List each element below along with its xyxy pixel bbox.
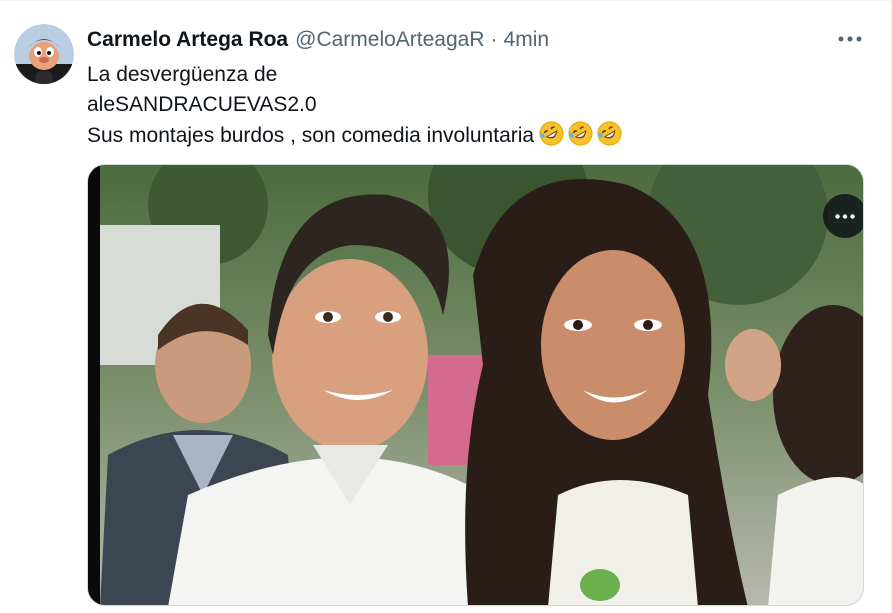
tweet-card[interactable]: Carmelo Artega Roa @CarmeloArteagaR · 4m… [0,0,892,613]
user-handle[interactable]: @CarmeloArteagaR [295,28,484,52]
more-horizontal-icon [838,36,862,42]
photo-image [88,165,863,605]
tweet-photo[interactable] [87,164,864,606]
avatar-icon [14,24,74,84]
timestamp[interactable]: 4min [504,28,550,52]
tweet-text-line: aleSANDRACUEVAS2.0 [87,93,317,116]
tweet-text-line: La desvergüenza de [87,63,278,86]
rolling-on-floor-laughing-icon [568,121,593,146]
user-avatar[interactable] [14,24,74,84]
separator-dot: · [490,28,498,51]
photo-more-button[interactable] [823,194,863,238]
tweet-header: Carmelo Artega Roa @CarmeloArteagaR · 4m… [87,27,549,53]
display-name[interactable]: Carmelo Artega Roa [87,28,288,52]
more-horizontal-icon [835,213,855,219]
rolling-on-floor-laughing-icon [597,121,622,146]
tweet-text-line: Sus montajes burdos , son comedia involu… [87,120,623,151]
emoji-row [538,120,623,147]
rolling-on-floor-laughing-icon [539,121,564,146]
more-options-button[interactable] [835,27,865,51]
tweet-text: La desvergüenza de aleSANDRACUEVAS2.0 Su… [87,60,623,151]
tweet-text-line-content: Sus montajes burdos , son comedia involu… [87,124,535,147]
